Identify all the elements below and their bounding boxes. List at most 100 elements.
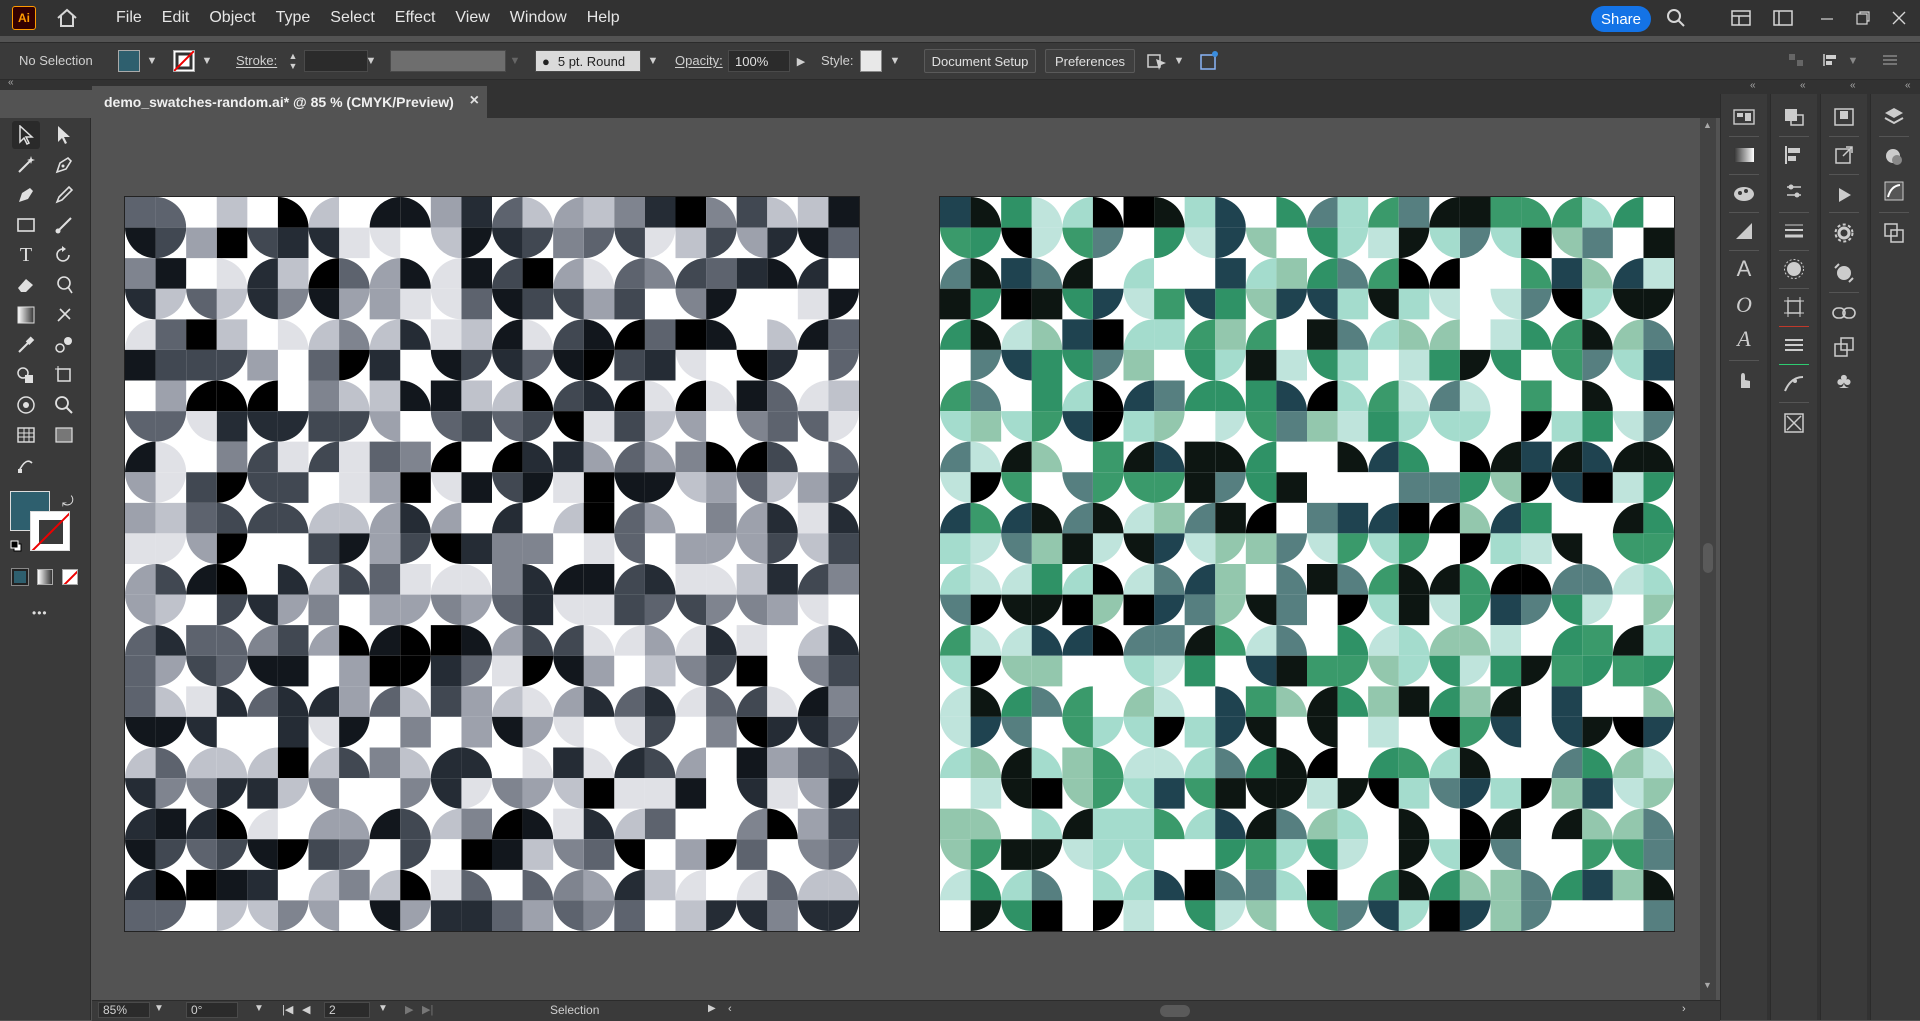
paintbrush-tool-icon[interactable]	[50, 211, 78, 239]
scroll-up-icon[interactable]: ▲	[1703, 120, 1712, 130]
artboard-tool-icon[interactable]	[50, 361, 78, 389]
color-guide-icon[interactable]	[1729, 178, 1759, 208]
stroke-weight-dropdown-icon[interactable]: ▼	[364, 52, 378, 70]
gradient-panel-icon[interactable]	[1729, 140, 1759, 170]
rotate-tool-icon[interactable]	[50, 241, 78, 269]
document-tab[interactable]: demo_swatches-random.ai* @ 85 % (CMYK/Pr…	[92, 86, 487, 118]
stroke-stepper[interactable]: ▲ ▼	[286, 49, 300, 73]
stroke-weight-field[interactable]	[304, 50, 368, 72]
menu-object[interactable]: Object	[199, 0, 265, 36]
brushes-panel-icon[interactable]	[1779, 368, 1809, 398]
stroke-panel-icon[interactable]	[1779, 216, 1809, 246]
align-icon[interactable]	[1788, 52, 1804, 68]
workspace-icon[interactable]	[1730, 7, 1752, 29]
collapse-icon[interactable]: «	[1850, 80, 1856, 91]
menu-help[interactable]: Help	[577, 0, 630, 36]
collapse-icon[interactable]: «	[1750, 80, 1756, 91]
vertical-scrollbar[interactable]: ▲ ▼	[1700, 118, 1716, 1000]
artboard-green[interactable]	[939, 196, 1675, 932]
warp-tool-icon[interactable]	[50, 271, 78, 299]
artboard-grayscale[interactable]	[124, 196, 860, 932]
scroll-right-icon[interactable]: ›	[1682, 1003, 1686, 1015]
transform-icon[interactable]	[1822, 52, 1842, 68]
settings-panel-icon[interactable]	[1829, 218, 1859, 248]
color-mode-gradient-icon[interactable]	[37, 569, 53, 585]
image-trace-icon[interactable]	[1779, 330, 1809, 360]
opentype-panel-icon[interactable]: O	[1729, 290, 1759, 320]
zoom-dropdown-icon[interactable]: ▼	[154, 1003, 164, 1014]
scroll-left-icon[interactable]: ‹	[728, 1003, 732, 1015]
character-panel-icon[interactable]: A	[1729, 254, 1759, 284]
links-panel-icon[interactable]	[1829, 298, 1859, 328]
profile-dropdown-icon[interactable]: ▼	[508, 52, 522, 70]
transform-dropdown-icon[interactable]: ▼	[1846, 52, 1860, 70]
zoom-field[interactable]: 85%	[98, 1002, 150, 1018]
menu-window[interactable]: Window	[500, 0, 577, 36]
symbol-sprayer-tool-icon[interactable]	[12, 391, 40, 419]
more-tools-icon[interactable]: •••	[32, 606, 48, 620]
close-document-icon[interactable]: ×	[470, 92, 479, 110]
curvature-tool-icon[interactable]	[12, 181, 40, 209]
menu-edit[interactable]: Edit	[152, 0, 200, 36]
menu-type[interactable]: Type	[266, 0, 321, 36]
menu-effect[interactable]: Effect	[385, 0, 446, 36]
collapse-icon[interactable]: «	[1905, 80, 1911, 91]
default-fill-stroke-icon[interactable]	[10, 539, 22, 552]
edit-toolbar-icon[interactable]	[12, 451, 40, 479]
arrange-icon[interactable]	[1146, 51, 1168, 71]
style-swatch[interactable]	[860, 50, 882, 72]
vertical-scroll-thumb[interactable]	[1703, 543, 1713, 573]
scroll-down-icon[interactable]: ▼	[1703, 980, 1712, 990]
fill-stroke-widget[interactable]: ⤾	[10, 491, 80, 561]
type-tool-icon[interactable]: T	[12, 241, 40, 269]
minimize-icon[interactable]	[1816, 7, 1838, 29]
pencil-tool-icon[interactable]	[50, 181, 78, 209]
eraser-tool-icon[interactable]	[12, 271, 40, 299]
layers-panel-icon[interactable]	[1879, 102, 1909, 132]
perspective-grid-tool-icon[interactable]	[50, 421, 78, 449]
collapse-icon[interactable]: «	[1800, 80, 1806, 91]
menu-file[interactable]: File	[106, 0, 152, 36]
magic-wand-tool-icon[interactable]	[12, 151, 40, 179]
color-panel-icon[interactable]	[1879, 142, 1909, 172]
collapse-left-icon[interactable]: «	[8, 77, 14, 88]
last-artboard-icon[interactable]: ▶|	[422, 1003, 433, 1016]
first-artboard-icon[interactable]: |◀	[282, 1003, 293, 1016]
opacity-field[interactable]: 100%	[728, 50, 790, 72]
arrange-documents-icon[interactable]	[1772, 7, 1794, 29]
artboard-dropdown-icon[interactable]: ▼	[378, 1003, 388, 1014]
style-dropdown-icon[interactable]: ▼	[888, 52, 902, 70]
align-panel-icon[interactable]	[1779, 140, 1809, 170]
symbols-panel-icon[interactable]: ♣	[1829, 366, 1859, 396]
artboards-stack-icon[interactable]	[1879, 218, 1909, 248]
document-setup-button[interactable]: Document Setup	[924, 49, 1036, 73]
variable-width-profile[interactable]	[390, 50, 506, 72]
menu-lines-icon[interactable]	[1880, 52, 1900, 68]
shape-builder-tool-icon[interactable]	[12, 361, 40, 389]
glyphs-panel-icon[interactable]: A	[1729, 324, 1759, 354]
graph-tool-icon[interactable]	[12, 421, 40, 449]
stroke-label[interactable]: Stroke:	[236, 53, 277, 68]
blend-tool-icon[interactable]	[50, 331, 78, 359]
color-themes-icon[interactable]	[1829, 258, 1859, 288]
asset-export-icon[interactable]	[1829, 332, 1859, 362]
direct-selection-tool-icon[interactable]	[50, 121, 78, 149]
status-menu-icon[interactable]: ▶	[708, 1003, 716, 1014]
brush-definition-field[interactable]: ● 5 pt. Round	[535, 50, 641, 72]
search-icon[interactable]	[1665, 7, 1687, 29]
rectangle-tool-icon[interactable]	[12, 211, 40, 239]
fill-swatch[interactable]	[118, 50, 140, 72]
stroke-box[interactable]	[30, 511, 70, 551]
transparency-panel-icon[interactable]	[1729, 216, 1759, 246]
touch-type-icon[interactable]	[1729, 364, 1759, 394]
swap-fill-stroke-icon[interactable]: ⤾	[62, 493, 74, 510]
zoom-tool-icon[interactable]	[50, 391, 78, 419]
opacity-arrow-icon[interactable]: ▶	[794, 52, 808, 70]
graphic-styles-panel-icon[interactable]	[1779, 408, 1809, 438]
fill-dropdown-icon[interactable]: ▼	[145, 52, 159, 70]
stroke-dropdown-icon[interactable]: ▼	[200, 52, 214, 70]
transform-panel-icon[interactable]	[1779, 176, 1809, 206]
gradient-tool-icon[interactable]	[12, 301, 40, 329]
eyedropper-tool-icon[interactable]	[12, 331, 40, 359]
actions-panel-icon[interactable]	[1829, 180, 1859, 210]
